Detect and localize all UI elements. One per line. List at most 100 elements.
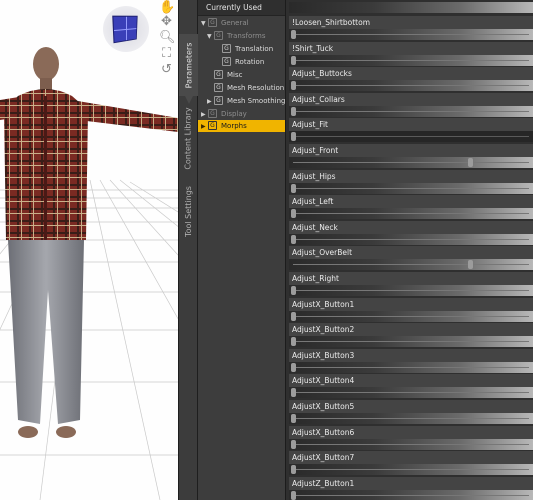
- group-icon: G: [222, 57, 231, 66]
- parameter-label[interactable]: AdjustX_Button6: [289, 426, 533, 439]
- expand-right-icon[interactable]: ▶: [207, 96, 214, 108]
- slider-handle[interactable]: [291, 107, 296, 116]
- figure-model[interactable]: [0, 0, 178, 500]
- slider-handle[interactable]: [291, 184, 296, 193]
- parameter-label[interactable]: Adjust_Hips: [289, 170, 533, 183]
- tree-item-label: Rotation: [235, 58, 265, 66]
- parameter-slider[interactable]: [289, 362, 533, 373]
- slider-handle[interactable]: [291, 209, 296, 218]
- parameter-row: Adjust_OverBelt: [288, 246, 533, 272]
- parameter-row: AdjustX_Button3: [288, 349, 533, 375]
- parameter-slider[interactable]: [289, 2, 533, 13]
- group-icon: G: [208, 109, 217, 118]
- slider-handle[interactable]: [468, 158, 473, 167]
- parameter-label[interactable]: AdjustX_Button4: [289, 374, 533, 387]
- parameter-slider[interactable]: [289, 29, 533, 40]
- group-icon: G: [214, 70, 223, 79]
- parameter-slider[interactable]: [289, 131, 533, 142]
- parameter-list: !Loosen_Shirtbottom !Shirt_Tuck Adjust_But…: [286, 0, 533, 500]
- parameter-label[interactable]: AdjustX_Button2: [289, 323, 533, 336]
- tree-item[interactable]: ▶ G Morphs: [198, 120, 285, 132]
- parameter-label[interactable]: AdjustX_Button7: [289, 451, 533, 464]
- frame-icon[interactable]: ⛶: [159, 46, 174, 61]
- orbit-icon[interactable]: ✥: [159, 14, 174, 29]
- parameter-slider[interactable]: [289, 183, 533, 194]
- parameter-slider[interactable]: [289, 208, 533, 219]
- slider-track: [293, 264, 529, 265]
- parameter-slider[interactable]: [289, 80, 533, 91]
- parameter-slider[interactable]: [289, 311, 533, 322]
- parameter-label[interactable]: Adjust_Fit: [289, 118, 533, 131]
- tree-item[interactable]: ▼ G Transforms: [207, 30, 265, 42]
- parameter-label[interactable]: AdjustZ_Button1: [289, 477, 533, 490]
- slider-handle[interactable]: [291, 337, 296, 346]
- slider-handle[interactable]: [291, 132, 296, 141]
- parameter-slider[interactable]: [289, 157, 533, 168]
- tree-item[interactable]: G Mesh Resolution: [207, 82, 284, 94]
- tab-content-library-label: Content Library: [184, 106, 193, 170]
- parameter-slider[interactable]: [289, 285, 533, 296]
- parameter-slider[interactable]: [289, 55, 533, 66]
- parameter-label[interactable]: Adjust_Buttocks: [289, 67, 533, 80]
- parameter-slider[interactable]: [289, 234, 533, 245]
- parameter-label[interactable]: !Loosen_Shirtbottom: [289, 16, 533, 29]
- parameter-label[interactable]: Adjust_Right: [289, 272, 533, 285]
- tree-item-label: Transforms: [227, 32, 266, 40]
- tree-item[interactable]: ▶ G Display: [201, 108, 247, 120]
- slider-handle[interactable]: [291, 81, 296, 90]
- slider-handle[interactable]: [291, 235, 296, 244]
- slider-handle[interactable]: [291, 491, 296, 500]
- slider-handle[interactable]: [291, 388, 296, 397]
- tree-item[interactable]: G Translation: [215, 43, 273, 55]
- slider-track: [293, 316, 529, 317]
- parameter-slider[interactable]: [289, 259, 533, 270]
- parameter-label[interactable]: !Shirt_Tuck: [289, 42, 533, 55]
- parameter-slider[interactable]: [289, 490, 533, 500]
- tree-item[interactable]: ▼ G General: [201, 17, 249, 29]
- hand-icon[interactable]: ✋: [159, 0, 175, 15]
- slider-handle[interactable]: [291, 465, 296, 474]
- parameter-slider[interactable]: [289, 464, 533, 475]
- parameter-slider[interactable]: [289, 413, 533, 424]
- slider-handle[interactable]: [291, 414, 296, 423]
- parameter-label[interactable]: AdjustX_Button1: [289, 298, 533, 311]
- parameter-label[interactable]: Adjust_Front: [289, 144, 533, 157]
- parameter-label[interactable]: Adjust_Left: [289, 195, 533, 208]
- tab-hidden[interactable]: [179, 0, 198, 30]
- expand-down-icon[interactable]: ▼: [201, 18, 208, 30]
- slider-handle[interactable]: [291, 286, 296, 295]
- zoom-icon[interactable]: 🔍︎: [159, 30, 176, 45]
- slider-track: [293, 60, 529, 61]
- tab-tool-settings[interactable]: Tool Settings: [179, 182, 198, 248]
- tree-item[interactable]: G Misc: [207, 69, 242, 81]
- parameter-slider[interactable]: [289, 387, 533, 398]
- slider-track: [293, 290, 529, 291]
- reset-icon[interactable]: ↺: [159, 62, 174, 77]
- tree-item[interactable]: G Rotation: [215, 56, 264, 68]
- parameter-slider[interactable]: [289, 439, 533, 450]
- expand-right-icon[interactable]: ▶: [201, 121, 208, 133]
- parameter-row: !Shirt_Tuck: [288, 42, 533, 68]
- slider-handle[interactable]: [291, 30, 296, 39]
- parameter-label[interactable]: AdjustX_Button5: [289, 400, 533, 413]
- parameter-slider[interactable]: [289, 106, 533, 117]
- camera-cube[interactable]: [103, 6, 149, 52]
- parameter-label[interactable]: AdjustX_Button3: [289, 349, 533, 362]
- cube-icon[interactable]: [112, 15, 138, 44]
- slider-handle[interactable]: [468, 260, 473, 269]
- tree-header[interactable]: Currently Used: [198, 0, 285, 16]
- slider-handle[interactable]: [291, 56, 296, 65]
- parameter-label[interactable]: Adjust_Neck: [289, 221, 533, 234]
- slider-handle[interactable]: [291, 440, 296, 449]
- tree-item[interactable]: ▶ G Mesh Smoothing: [207, 95, 286, 107]
- expand-down-icon[interactable]: ▼: [207, 31, 214, 43]
- slider-track: [293, 213, 529, 214]
- parameter-slider[interactable]: [289, 336, 533, 347]
- viewport[interactable]: ✋ ✥ 🔍︎ ⛶ ↺: [0, 0, 178, 500]
- tab-content-library[interactable]: Content Library: [179, 104, 198, 180]
- slider-handle[interactable]: [291, 363, 296, 372]
- tab-parameters[interactable]: Parameters: [179, 34, 198, 104]
- parameter-label[interactable]: Adjust_Collars: [289, 93, 533, 106]
- parameter-label[interactable]: Adjust_OverBelt: [289, 246, 533, 259]
- slider-handle[interactable]: [291, 312, 296, 321]
